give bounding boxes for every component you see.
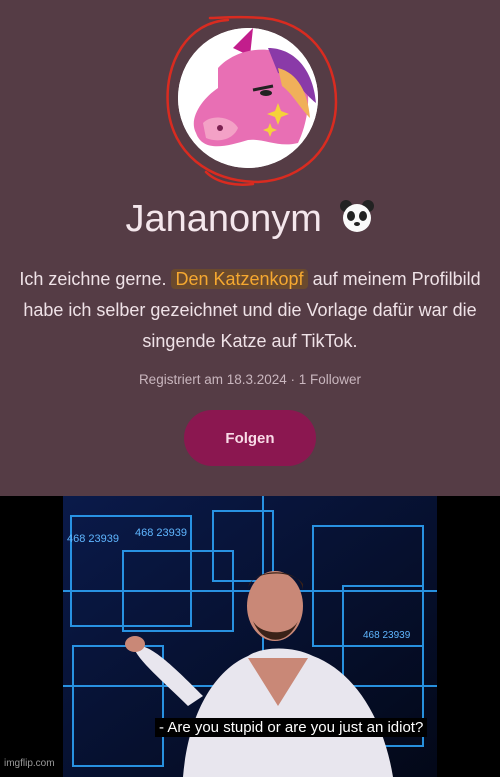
screen-number: 468 23939 bbox=[67, 533, 119, 545]
bio-text-start: Ich zeichne gerne. bbox=[19, 269, 172, 289]
follow-button[interactable]: Folgen bbox=[184, 410, 316, 466]
meme-frame: 468 23939 468 23939 468 23939 - Are you … bbox=[0, 496, 500, 777]
screen-number: 468 23939 bbox=[363, 630, 411, 641]
imgflip-watermark: imgflip.com bbox=[4, 758, 55, 769]
avatar-area bbox=[158, 12, 346, 190]
bio-highlight[interactable]: Den Katzenkopf bbox=[171, 269, 308, 289]
profile-bio: Ich zeichne gerne. Den Katzenkopf auf me… bbox=[10, 264, 490, 357]
panda-face-icon bbox=[339, 199, 375, 243]
profile-meta: Registriert am 18.3.2024 · 1 Follower bbox=[138, 372, 362, 387]
meme-caption: - Are you stupid or are you just an idio… bbox=[155, 718, 428, 737]
display-name: Jananonym bbox=[125, 198, 322, 240]
profile-card: Jananonym Ich zeichne gerne. Den Katzenk… bbox=[0, 0, 500, 496]
red-circle-scribble bbox=[166, 15, 338, 186]
screen-number: 468 23939 bbox=[135, 527, 187, 539]
meme-image: 468 23939 468 23939 468 23939 - Are you … bbox=[63, 496, 437, 777]
profile-name: Jananonym bbox=[0, 198, 500, 243]
